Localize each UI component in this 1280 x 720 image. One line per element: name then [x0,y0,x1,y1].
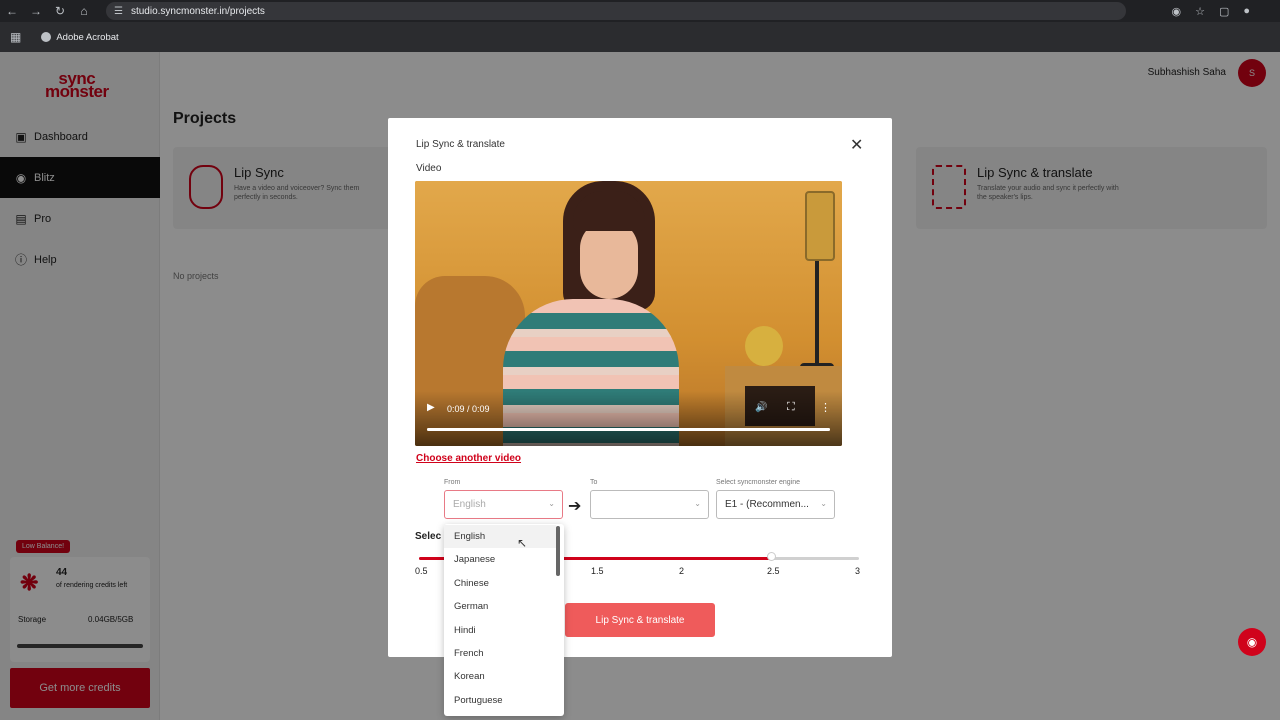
back-icon[interactable]: ← [0,0,24,22]
dropdown-option[interactable]: Korean [444,665,556,688]
video-person-bangs [573,191,645,231]
dropdown-option[interactable]: German [444,595,556,618]
bookmark-star-icon[interactable]: ☆ [1195,5,1205,18]
chevron-down-icon: ⌄ [694,499,701,508]
to-label: To [590,479,598,486]
from-language-value: English [453,499,486,510]
fullscreen-icon[interactable]: ⛶ [787,401,795,414]
from-label: From [444,479,461,486]
lip-sync-translate-button[interactable]: Lip Sync & translate [565,603,715,637]
video-phone [805,191,835,261]
video-stand [815,261,819,371]
browser-toolbar: ← → ↻ ⌂ ☰ studio.syncmonster.in/projects… [0,0,1280,22]
video-person-face [580,221,638,299]
apps-grid-icon[interactable]: ▦ [10,30,21,44]
site-info-icon[interactable]: ☰ [114,6,123,17]
engine-label: Select syncmonster engine [716,479,801,486]
video-label: Video [416,163,442,174]
url-text: studio.syncmonster.in/projects [130,5,265,17]
speed-select-label: Selec [415,531,442,542]
address-bar[interactable]: ☰ studio.syncmonster.in/projects [106,2,1126,20]
close-icon[interactable]: ✕ [850,135,863,155]
chevron-down-icon: ⌄ [820,499,827,508]
slider-tick-label: 0.5 [415,566,428,576]
to-language-select[interactable]: ⌄ [590,490,709,519]
slider-tick-label: 2.5 [767,566,780,576]
video-controls [415,391,842,446]
engine-select[interactable]: E1 - (Recommen... ⌄ [716,490,835,519]
dropdown-option[interactable]: Japanese [444,548,556,571]
acrobat-icon [41,32,52,42]
forward-icon[interactable]: → [24,0,48,22]
mouse-cursor-icon: ↖ [517,536,528,550]
slider-tick-label: 2 [679,566,685,576]
bookmarks-bar: ▦ Adobe Acrobat [0,22,1280,52]
from-language-select[interactable]: English ⌄ [444,490,563,519]
reload-icon[interactable]: ↻ [48,0,72,22]
choose-another-video-link[interactable]: Choose another video [416,453,521,464]
speed-slider-thumb[interactable] [767,552,776,561]
video-player[interactable]: ▶ 0:09 / 0:09 🔊 ⛶ ⋮ [415,181,842,446]
help-circle-icon: ◉ [1246,635,1258,649]
chevron-down-icon: ⌄ [548,499,555,508]
profile-icon[interactable]: ● [1243,5,1250,17]
slider-tick-label: 1.5 [591,566,604,576]
video-vase [745,326,783,366]
help-chat-button[interactable]: ◉ [1238,628,1266,656]
volume-icon[interactable]: 🔊 [755,402,767,413]
engine-value: E1 - (Recommen... [725,499,809,510]
bookmark-label: Adobe Acrobat [56,31,119,43]
video-progress-fill [427,428,830,431]
dropdown-option[interactable]: Hindi [444,619,556,642]
dropdown-option[interactable]: English [444,525,556,548]
bookmark-item[interactable]: Adobe Acrobat [41,31,119,43]
more-options-icon[interactable]: ⋮ [820,401,831,414]
video-progress-bar[interactable] [427,428,830,431]
extensions-icon[interactable]: ▢ [1219,5,1229,18]
language-dropdown: English Japanese Chinese German Hindi French K… [444,524,564,716]
dropdown-scrollbar[interactable] [556,526,560,576]
modal-title: Lip Sync & translate [416,139,505,150]
home-icon[interactable]: ⌂ [72,0,96,22]
arrow-right-icon: ➔ [568,498,582,515]
video-time: 0:09 / 0:09 [447,404,490,414]
dropdown-option[interactable]: French [444,642,556,665]
dropdown-option[interactable]: Portuguese [444,689,556,712]
slider-tick-label: 3 [855,566,861,576]
play-icon[interactable]: ▶ [427,402,435,413]
dropdown-option[interactable]: Chinese [444,572,556,595]
browser-actions: ◉ ☆ ▢ ● [1171,0,1250,22]
translate-icon[interactable]: ◉ [1171,5,1181,18]
